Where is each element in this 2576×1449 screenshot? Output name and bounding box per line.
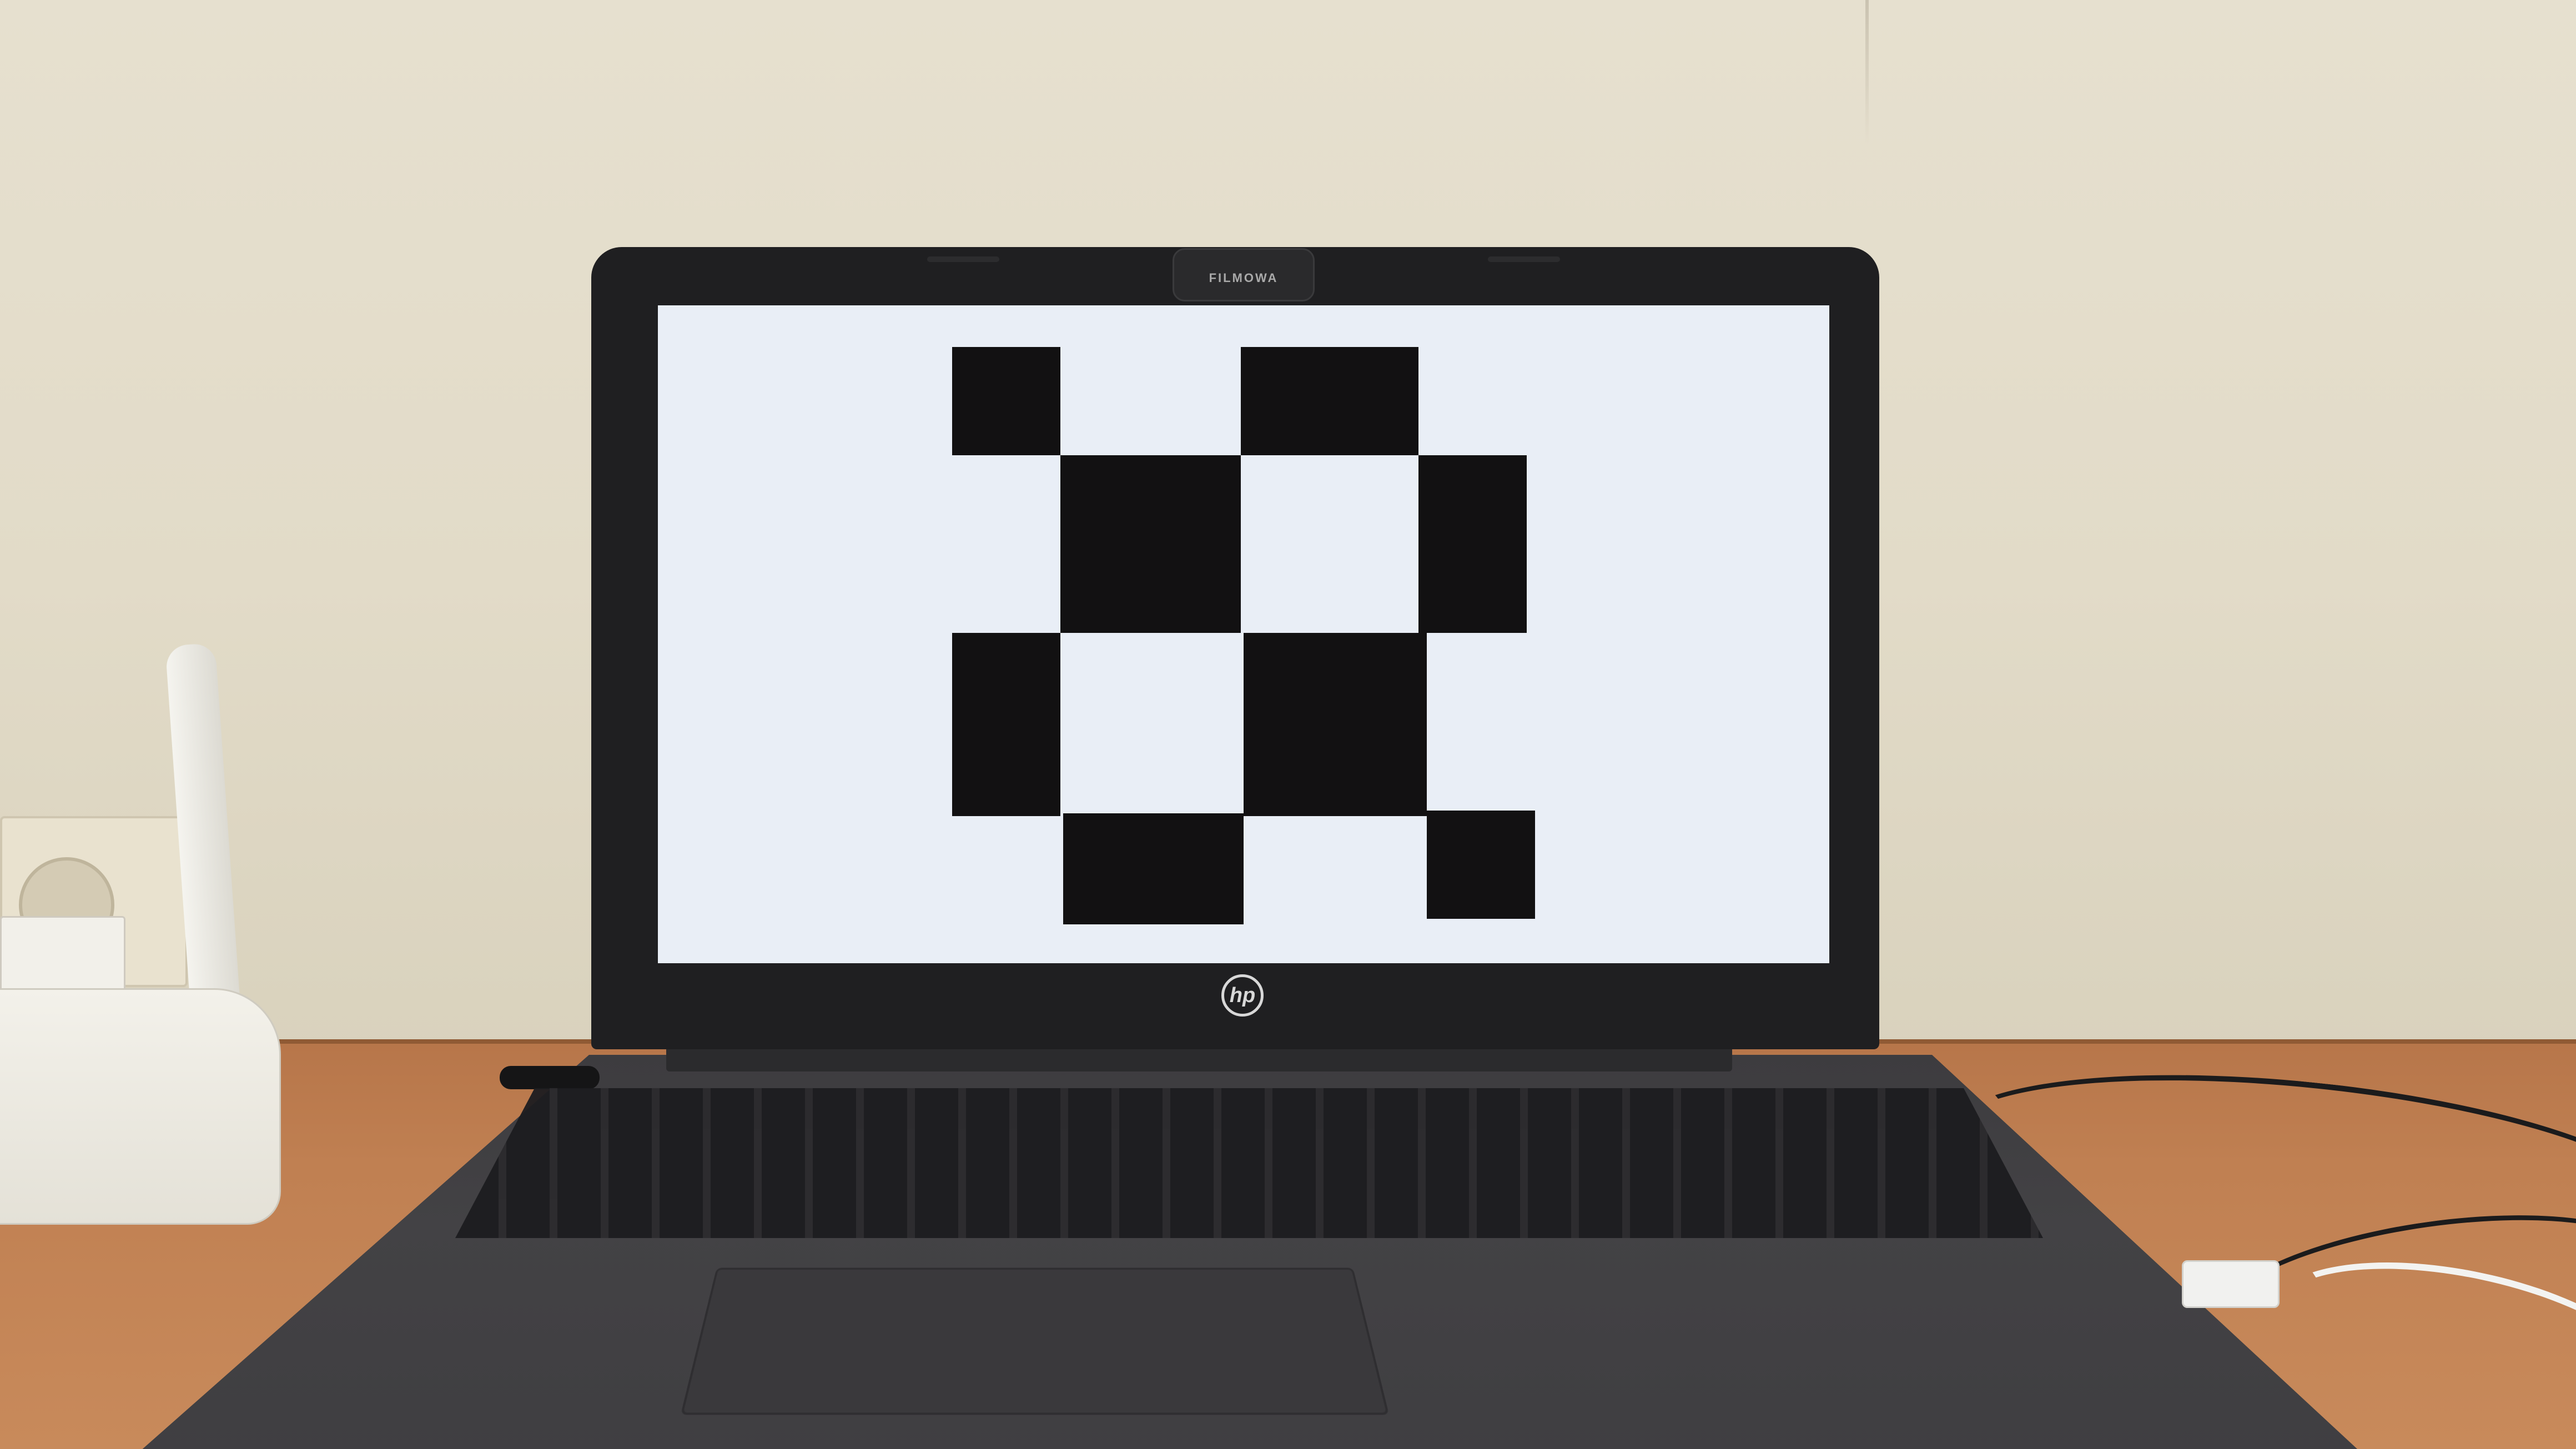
laptop-screen [658,305,1829,963]
hp-logo: hp [1221,974,1264,1017]
photo-scene: FILMOWA hp [0,0,2576,1449]
checker-square-r3c1 [952,633,1060,816]
webcam-cover: FILMOWA [1173,248,1315,301]
webcam-cover-text: FILMOWA [1209,271,1279,285]
lid-notch-right [1488,256,1560,262]
checker-square-r1c1 [952,347,1060,455]
router [0,988,281,1225]
laptop-keyboard[interactable] [455,1088,2043,1238]
wall-crack [1865,0,1869,144]
hinge-rod [500,1066,600,1089]
checker-square-r2c2 [1060,455,1241,633]
checker-square-r2c4 [1418,455,1527,633]
usb-connector [2182,1260,2280,1308]
lid-notch-left [927,256,999,262]
checker-square-r4c4 [1427,811,1535,919]
checker-square-r1c3 [1241,347,1418,455]
checker-square-r3c3 [1244,633,1427,816]
laptop-touchpad[interactable] [680,1267,1390,1415]
checker-square-r4c2 [1063,813,1244,924]
